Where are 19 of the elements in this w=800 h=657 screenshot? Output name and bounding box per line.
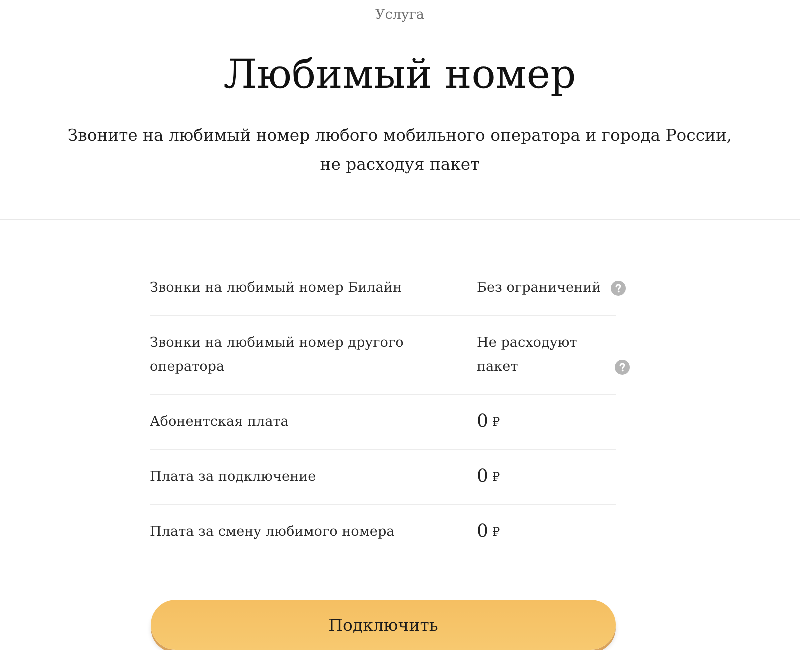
page-title: Любимый номер [224,51,576,100]
feature-label: Абонентская плата [150,414,289,430]
page-subtitle: Звоните на любимый номер любого мобильного оператора и города России, не расходуя пакет [66,125,734,176]
feature-label: Звонки на любимый номер другого оператора [150,335,404,375]
feature-label: Плата за подключение [150,469,316,485]
service-category-label: Услуга [376,6,424,25]
help-icon[interactable] [615,360,630,375]
price-amount: 0 [477,465,488,489]
currency-sign: ₽ [492,414,500,431]
help-icon[interactable] [611,281,626,296]
feature-value: Без ограничений [477,279,602,298]
currency-sign: ₽ [492,524,500,541]
feature-value: Не расходуют пакет [477,334,578,377]
price-amount: 0 [477,520,488,544]
connect-button[interactable]: Подключить [151,600,616,650]
feature-label: Плата за смену любимого номера [150,524,395,540]
currency-sign: ₽ [492,469,500,486]
price-amount: 0 [477,410,488,434]
feature-label: Звонки на любимый номер Билайн [150,280,402,296]
